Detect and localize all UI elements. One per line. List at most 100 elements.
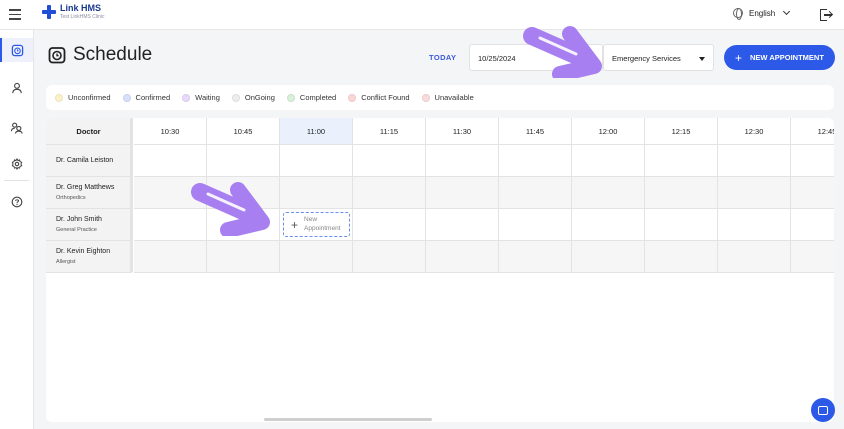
alarm-clock-icon [11, 44, 24, 56]
time-slot[interactable] [499, 145, 572, 177]
time-slot[interactable] [718, 241, 791, 273]
time-slot[interactable] [207, 145, 280, 177]
top-bar: Link HMS Test LinkHMS Clinic English [0, 0, 844, 30]
sidebar-item-schedule[interactable] [0, 38, 33, 62]
time-slot[interactable] [426, 177, 499, 209]
time-slot[interactable] [134, 177, 207, 209]
hamburger-menu-icon[interactable] [9, 9, 21, 21]
chat-button[interactable] [811, 398, 835, 422]
sidebar-item-groups[interactable] [0, 115, 33, 139]
time-slot[interactable] [572, 241, 645, 273]
time-slot[interactable] [426, 145, 499, 177]
brand-logo[interactable]: Link HMS Test LinkHMS Clinic [42, 4, 104, 20]
language-selector[interactable]: English [733, 7, 791, 20]
doctor-row-label: Dr. John Smith General Practice [46, 209, 132, 241]
brand-title: Link HMS [60, 3, 102, 13]
doctor-name: Dr. Kevin Eighton [56, 248, 111, 255]
doctor-specialty: Orthopedics [56, 195, 86, 201]
time-slot[interactable] [791, 145, 834, 177]
time-slot[interactable] [207, 241, 280, 273]
legend-item: Unconfirmed [55, 93, 111, 102]
doctor-column-divider [130, 118, 133, 272]
service-select[interactable]: Emergency Services [603, 44, 714, 71]
time-slot[interactable] [134, 145, 207, 177]
time-slot[interactable] [353, 209, 426, 241]
legend-item: OnGoing [231, 93, 275, 102]
time-slot[interactable] [426, 209, 499, 241]
time-slot[interactable] [718, 177, 791, 209]
time-column-header: 11:45 [499, 118, 572, 145]
legend-label: Waiting [195, 93, 220, 102]
today-button[interactable]: TODAY [429, 53, 456, 62]
service-select-value: Emergency Services [612, 54, 681, 63]
time-slot[interactable] [426, 241, 499, 273]
language-label: English [749, 8, 776, 18]
time-slot[interactable] [353, 241, 426, 273]
time-slot[interactable] [280, 241, 353, 273]
time-slot[interactable] [572, 177, 645, 209]
horizontal-scrollbar[interactable] [264, 418, 432, 421]
new-appointment-button[interactable]: + NEW APPOINTMENT [724, 45, 835, 70]
legend-dot-icon [122, 93, 131, 102]
new-appointment-slot[interactable]: + New Appointment [283, 212, 350, 237]
doctor-name: Dr. Camila Leiston [56, 157, 114, 164]
legend-item: Unavailable [421, 93, 474, 102]
time-column-header: 11:15 [353, 118, 426, 145]
time-slot[interactable] [645, 241, 718, 273]
time-slot[interactable] [718, 209, 791, 241]
new-appointment-label: NEW APPOINTMENT [750, 53, 824, 62]
legend-dot-icon [55, 93, 63, 102]
time-slot[interactable] [572, 209, 645, 241]
time-slot[interactable] [572, 145, 645, 177]
legend-dot-icon [182, 93, 191, 102]
time-slot[interactable] [134, 209, 207, 241]
alarm-clock-icon [48, 47, 66, 64]
page-title: Schedule [48, 44, 152, 66]
time-slot[interactable] [207, 177, 280, 209]
time-slot[interactable] [499, 209, 572, 241]
time-slot[interactable] [645, 177, 718, 209]
chevron-down-icon [783, 7, 791, 16]
doctor-specialty: General Practice [56, 227, 97, 233]
time-slot[interactable] [499, 177, 572, 209]
time-column-header: 10:45 [207, 118, 280, 145]
time-slot[interactable] [718, 145, 791, 177]
time-slot[interactable] [353, 145, 426, 177]
time-slot[interactable] [791, 241, 834, 273]
time-slot[interactable] [280, 145, 353, 177]
time-slot[interactable] [280, 177, 353, 209]
time-slot[interactable] [645, 145, 718, 177]
sidebar-item-help[interactable] [0, 190, 33, 214]
time-slot[interactable] [207, 209, 280, 241]
time-slot[interactable] [791, 177, 834, 209]
doctor-row-label: Dr. Camila Leiston [46, 145, 132, 177]
legend-label: Unavailable [434, 93, 474, 102]
group-icon [10, 122, 23, 134]
sidebar-item-patients[interactable] [0, 76, 33, 100]
legend-dot-icon [231, 93, 240, 102]
logout-icon[interactable] [820, 9, 832, 21]
legend-item: Conflict Found [348, 93, 410, 102]
time-column-header: 12:15 [645, 118, 718, 145]
new-slot-label-line2: Appointment [304, 224, 341, 232]
legend-item: Waiting [182, 93, 220, 102]
plus-icon: + [291, 217, 299, 232]
legend-label: Conflict Found [361, 93, 410, 102]
time-slot[interactable] [353, 177, 426, 209]
time-slot[interactable] [791, 209, 834, 241]
legend-dot-icon [421, 93, 430, 102]
legend-label: Unconfirmed [68, 93, 111, 102]
legend-label: OnGoing [244, 93, 275, 102]
brand-subtitle: Test LinkHMS Clinic [60, 14, 105, 20]
time-slot[interactable] [499, 241, 572, 273]
time-column-header: 11:00 [280, 118, 353, 145]
legend-item: Confirmed [122, 93, 170, 102]
doctor-row-label: Dr. Greg Matthews Orthopedics [46, 177, 132, 209]
sidebar-item-settings[interactable] [0, 152, 33, 176]
date-input[interactable]: 10/25/2024 [469, 44, 603, 71]
schedule-grid: Doctor 10:30 10:45 11:00 11:15 11:30 11:45 12:0… [46, 118, 834, 422]
time-slot[interactable] [134, 241, 207, 273]
globe-icon [733, 8, 743, 20]
time-slot[interactable] [645, 209, 718, 241]
new-slot-label-line1: New [304, 216, 318, 224]
